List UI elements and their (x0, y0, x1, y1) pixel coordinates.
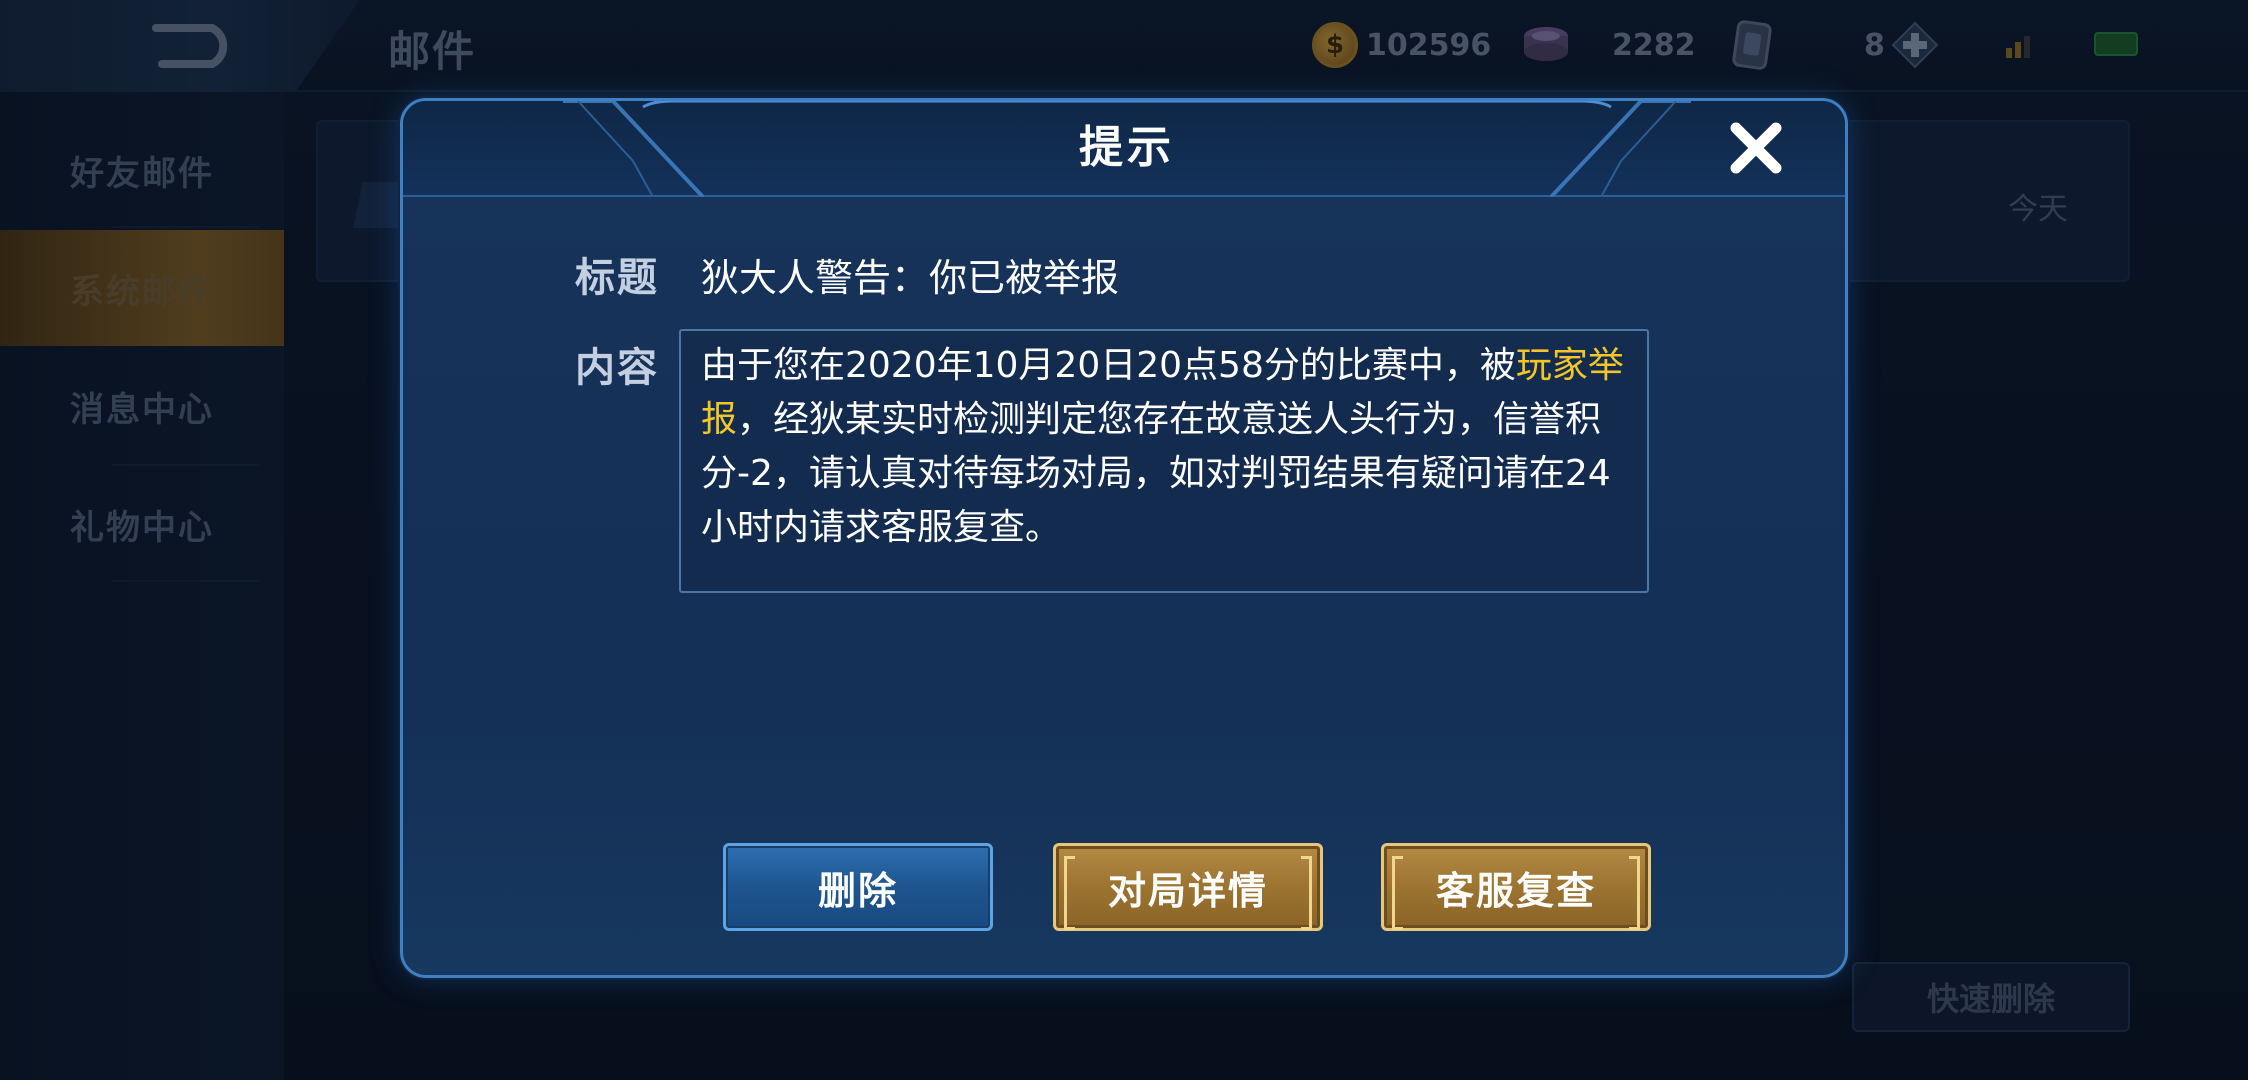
content-label: 内容 (575, 345, 659, 391)
close-icon (1730, 122, 1782, 174)
notice-dialog: 提示 标题 狄大人警告：你已被举报 内容 由于您在2020年10月20日20点5… (400, 98, 1848, 978)
dialog-title: 提示 (1079, 122, 1175, 173)
title-label: 标题 (575, 255, 659, 301)
service-review-button[interactable]: 客服复查 (1381, 843, 1651, 931)
mail-subject: 狄大人警告：你已被举报 (701, 256, 1120, 300)
dialog-header: 提示 (403, 101, 1845, 197)
content-text-before: 由于您在2020年10月20日20点58分的比赛中，被 (701, 345, 1516, 386)
game-mail-screen: 邮件 $ 102596 2282 8 好友邮件 系统邮件 消息中心 礼物中心 今… (0, 0, 2248, 1080)
mail-content-box: 由于您在2020年10月20日20点58分的比赛中，被玩家举报，经狄某实时检测判… (679, 329, 1649, 593)
match-detail-button[interactable]: 对局详情 (1053, 843, 1323, 931)
content-text-after: ，经狄某实时检测判定您存在故意送人头行为，信誉积分-2，请认真对待每场对局，如对… (701, 399, 1611, 548)
delete-button[interactable]: 删除 (723, 843, 993, 931)
close-button[interactable] (1721, 113, 1791, 183)
